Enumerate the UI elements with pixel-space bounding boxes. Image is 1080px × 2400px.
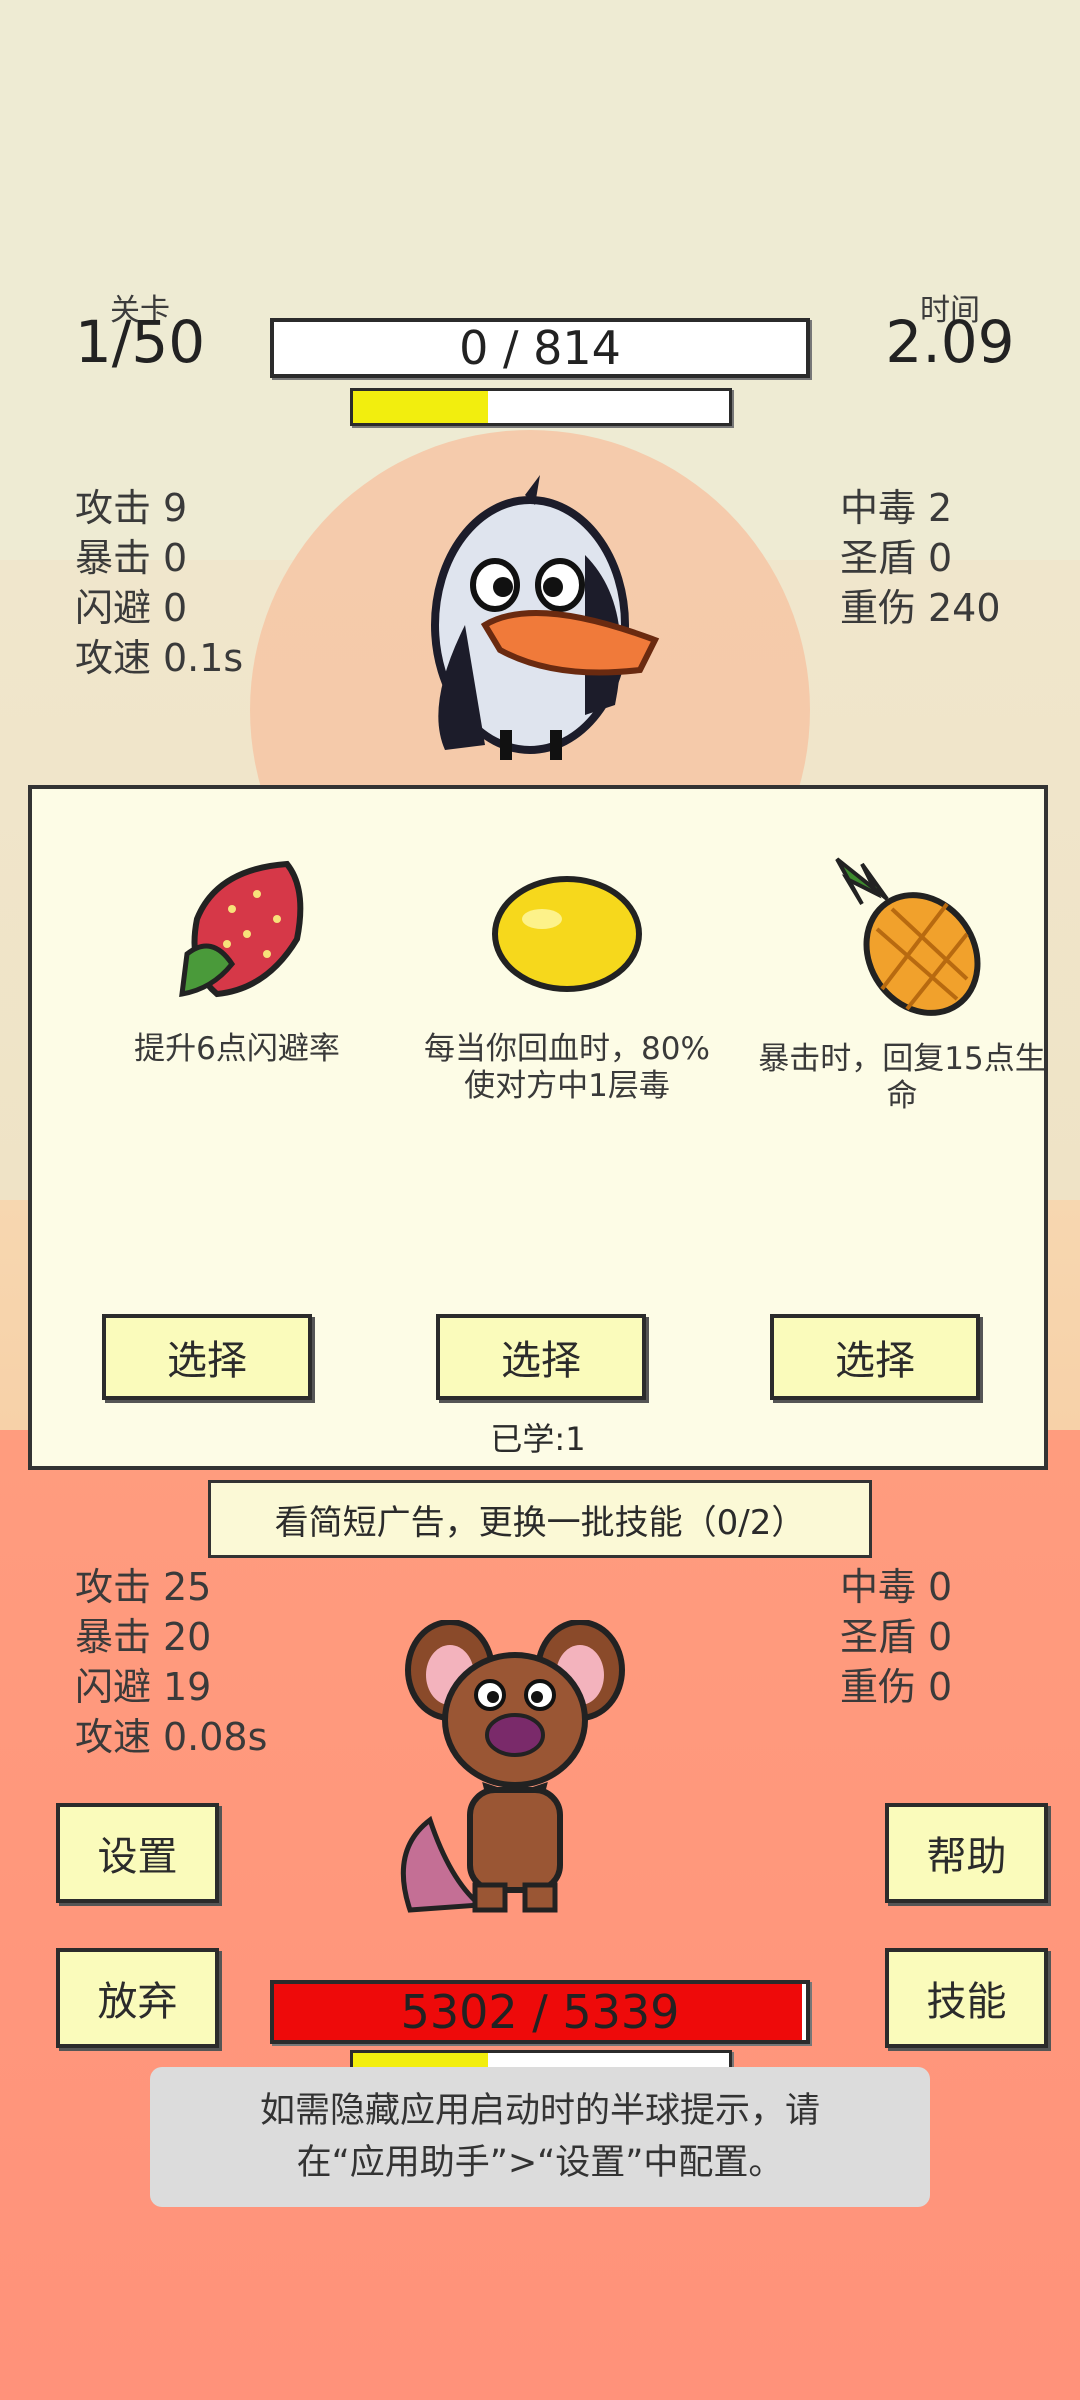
skill-panel: 提升6点闪避率 每当你回血时，80%使对方中1层毒 暴击时，回复15点生命 选择…: [28, 785, 1048, 1470]
player-stat-row: 攻击 25: [75, 1562, 267, 1612]
stat-value: 25: [163, 1565, 212, 1609]
player-stat-row: 闪避 19: [75, 1662, 267, 1712]
player-stats-right: 中毒 0 圣盾 0 重伤 0: [840, 1562, 952, 1712]
stat-value: 0: [928, 1565, 953, 1609]
stat-name: 圣盾: [840, 536, 917, 580]
help-button[interactable]: 帮助: [885, 1803, 1048, 1903]
stat-name: 攻速: [75, 1715, 152, 1759]
player-stat-row: 圣盾 0: [840, 1612, 952, 1662]
stat-name: 攻击: [75, 486, 152, 530]
stat-name: 重伤: [840, 1665, 917, 1709]
select-button-2[interactable]: 选择: [436, 1314, 646, 1400]
stat-name: 暴击: [75, 536, 152, 580]
enemy-hp-bar: 0 / 814: [270, 318, 810, 378]
settings-button[interactable]: 设置: [56, 1803, 219, 1903]
enemy-stat-row: 圣盾 0: [840, 533, 1001, 583]
watch-ad-button[interactable]: 看简短广告，更换一批技能（0/2）: [208, 1480, 872, 1558]
select-button-1[interactable]: 选择: [102, 1314, 312, 1400]
player-stat-row: 中毒 0: [840, 1562, 952, 1612]
player-hp-bar: 5302 / 5339: [270, 1980, 810, 2044]
player-stats-left: 攻击 25 暴击 20 闪避 19 攻速 0.08s: [75, 1562, 267, 1762]
pineapple-icon: [817, 849, 987, 1019]
player-stat-row: 重伤 0: [840, 1662, 952, 1712]
strawberry-icon: [157, 849, 317, 1009]
lemon-icon: [487, 849, 647, 1009]
toast-line-1: 如需隐藏应用启动时的半球提示，请: [259, 2091, 820, 2131]
stat-value: 0.08s: [163, 1715, 268, 1759]
enemy-stat-row: 暴击 0: [75, 533, 243, 583]
enemy-stats-right: 中毒 2 圣盾 0 重伤 240: [840, 483, 1001, 633]
rat-icon: [390, 1619, 660, 1930]
stat-name: 攻速: [75, 636, 152, 680]
stat-name: 暴击: [75, 1615, 152, 1659]
enemy-stat-row: 中毒 2: [840, 483, 1001, 533]
learned-count: 已学:1: [490, 1420, 586, 1458]
enemy-charge-bar: [350, 388, 732, 426]
time-value: 2.09: [885, 308, 1015, 376]
stat-value: 240: [928, 586, 1001, 630]
stat-value: 20: [163, 1615, 212, 1659]
skill-desc-2: 每当你回血时，80%使对方中1层毒: [424, 1031, 710, 1104]
enemy-hp-text: 0 / 814: [459, 321, 621, 375]
enemy-stats-left: 攻击 9 暴击 0 闪避 0 攻速 0.1s: [75, 483, 243, 683]
skills-button[interactable]: 技能: [885, 1948, 1048, 2048]
penguin-bird-icon: [385, 475, 685, 775]
stat-name: 圣盾: [840, 1615, 917, 1659]
stat-name: 闪避: [75, 586, 152, 630]
stat-name: 中毒: [840, 486, 917, 530]
stat-name: 中毒: [840, 1565, 917, 1609]
stat-name: 重伤: [840, 586, 917, 630]
skill-card-1: 提升6点闪避率: [87, 849, 387, 1068]
enemy-stat-row: 攻击 9: [75, 483, 243, 533]
skill-desc-1: 提升6点闪避率: [134, 1031, 340, 1067]
enemy-stat-row: 攻速 0.1s: [75, 633, 243, 683]
stat-value: 0: [928, 1615, 953, 1659]
system-toast: 如需隐藏应用启动时的半球提示，请 在“应用助手”>“设置”中配置。: [150, 2067, 930, 2207]
skill-card-2: 每当你回血时，80%使对方中1层毒: [417, 849, 717, 1105]
player-hp-text: 5302 / 5339: [400, 1985, 680, 2039]
stat-name: 攻击: [75, 1565, 152, 1609]
enemy-stat-row: 重伤 240: [840, 583, 1001, 633]
enemy-stat-row: 闪避 0: [75, 583, 243, 633]
skill-desc-3: 暴击时，回复15点生命: [758, 1041, 1046, 1114]
stat-name: 闪避: [75, 1665, 152, 1709]
stat-value: 0: [928, 536, 953, 580]
stat-value: 19: [163, 1665, 212, 1709]
player-stat-row: 暴击 20: [75, 1612, 267, 1662]
stat-value: 9: [163, 486, 188, 530]
level-value: 1/50: [74, 308, 206, 376]
stat-value: 0: [163, 586, 188, 630]
stat-value: 0.1s: [163, 636, 244, 680]
toast-line-2: 在“应用助手”>“设置”中配置。: [296, 2143, 784, 2183]
player-stat-row: 攻速 0.08s: [75, 1712, 267, 1762]
stat-value: 2: [928, 486, 953, 530]
skill-card-3: 暴击时，回复15点生命: [752, 849, 1052, 1115]
select-button-3[interactable]: 选择: [770, 1314, 980, 1400]
stat-value: 0: [163, 536, 188, 580]
stat-value: 0: [928, 1665, 953, 1709]
enemy-charge-fill: [353, 391, 489, 423]
give-up-button[interactable]: 放弃: [56, 1948, 219, 2048]
